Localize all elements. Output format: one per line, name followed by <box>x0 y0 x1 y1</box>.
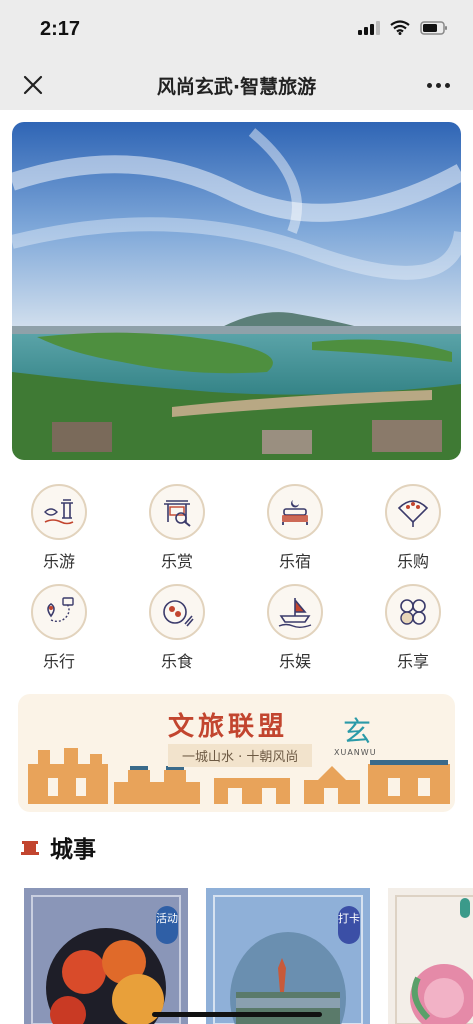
pavilion-icon <box>31 484 87 540</box>
battery-icon <box>420 20 448 35</box>
more-dot <box>435 82 441 88</box>
clover-icon <box>385 584 441 640</box>
category-label: 乐享 <box>396 652 429 671</box>
category-leyou[interactable]: 乐游 <box>14 484 104 572</box>
status-bar: 2:17 <box>0 0 473 60</box>
alliance-logo: 玄 <box>343 715 372 748</box>
section-title: 城事 <box>50 837 96 863</box>
card-badge: 活动 <box>156 906 178 944</box>
category-leshang[interactable]: 乐赏 <box>132 484 222 572</box>
category-lesu[interactable]: 乐宿 <box>250 484 340 572</box>
nav-bar: 风尚玄武·智慧旅游 <box>0 60 473 110</box>
signal-icon <box>358 20 380 35</box>
home-indicator[interactable] <box>152 1012 322 1017</box>
alliance-subtitle: 一城山水 · 十朝风尚 <box>168 744 313 767</box>
card-badge: 打卡 <box>338 906 360 944</box>
status-time: 2:17 <box>40 18 81 40</box>
alliance-logo-text: XUANWU <box>334 748 377 757</box>
category-lexiang[interactable]: 乐享 <box>368 584 458 672</box>
category-label: 乐娱 <box>278 652 311 671</box>
hero-banner[interactable] <box>12 122 461 460</box>
alliance-banner[interactable]: 文旅联盟 一城山水 · 十朝风尚 玄 XUANWU <box>18 694 455 812</box>
more-dot <box>444 82 450 88</box>
category-label: 乐购 <box>396 552 429 571</box>
status-icons <box>358 20 448 35</box>
hero-landscape-image <box>12 122 461 460</box>
category-label: 乐宿 <box>278 552 311 571</box>
category-leyu[interactable]: 乐娱 <box>250 584 340 672</box>
gate-icon <box>149 484 205 540</box>
category-label: 乐赏 <box>160 552 193 571</box>
more-dot <box>426 82 432 88</box>
wifi-icon <box>390 20 410 35</box>
card-flower-image <box>388 888 473 1024</box>
fan-icon <box>385 484 441 540</box>
page-title: 风尚玄武·智慧旅游 <box>156 76 317 98</box>
category-leshi[interactable]: 乐食 <box>132 584 222 672</box>
alliance-title: 文旅联盟 <box>168 712 289 742</box>
category-label: 乐食 <box>160 652 193 671</box>
bed-icon <box>267 484 323 540</box>
boat-icon <box>267 584 323 640</box>
category-label: 乐行 <box>42 652 75 671</box>
dish-icon <box>149 584 205 640</box>
city-event-card[interactable]: 活动 <box>24 888 188 1024</box>
category-label: 乐游 <box>42 552 75 571</box>
city-event-card[interactable] <box>388 888 473 1024</box>
category-lexing[interactable]: 乐行 <box>14 584 104 672</box>
route-icon <box>31 584 87 640</box>
section-header: 城事 <box>20 832 96 863</box>
lantern-icon <box>21 841 39 855</box>
category-legou[interactable]: 乐购 <box>368 484 458 572</box>
more-button[interactable] <box>423 74 453 96</box>
city-event-card[interactable]: 打卡 <box>206 888 370 1024</box>
